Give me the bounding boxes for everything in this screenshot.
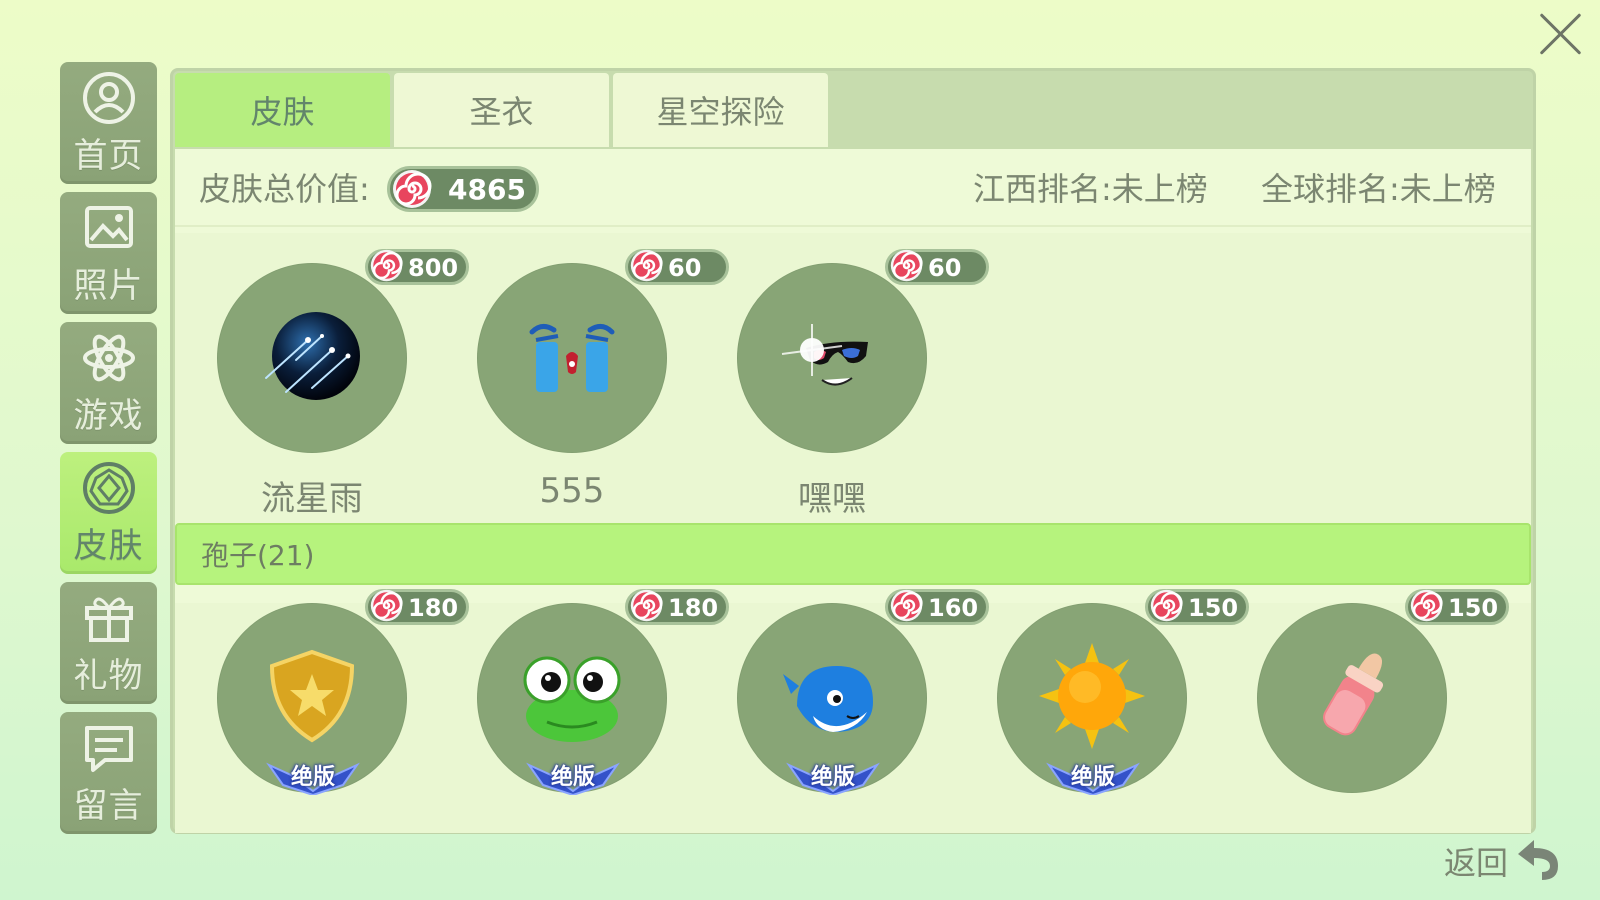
skin-name: 嘿嘿 bbox=[798, 479, 866, 519]
tab-bar: 皮肤 圣衣 星空探险 bbox=[175, 73, 832, 147]
candy-icon bbox=[392, 169, 438, 219]
candy-icon bbox=[890, 589, 928, 631]
skin-item[interactable]: 60 嘿嘿 bbox=[695, 233, 989, 519]
back-label: 返回 bbox=[1444, 844, 1509, 882]
sidebar-item-photos[interactable]: 照片 bbox=[60, 192, 157, 314]
atom-icon bbox=[81, 330, 137, 386]
skins-grid: 800 流星雨 60 555 60 嘿嘿 bbox=[175, 233, 1531, 523]
tab-holy-cloth[interactable]: 圣衣 bbox=[394, 73, 609, 147]
limited-badge-label: 绝版 bbox=[810, 765, 855, 790]
skin-item[interactable]: 60 555 bbox=[435, 233, 729, 513]
content-area: 皮肤总价值: 4865 江西排名:未上榜 全球排名:未上榜 800 流星雨 60… bbox=[175, 149, 1531, 833]
frog-icon bbox=[517, 646, 627, 750]
close-icon[interactable] bbox=[1537, 10, 1585, 58]
gift-icon bbox=[81, 590, 137, 646]
province-rank: 江西排名:未上榜 bbox=[973, 170, 1208, 208]
sidebar-item-label: 皮肤 bbox=[73, 525, 144, 566]
sun-icon bbox=[1037, 641, 1147, 755]
spore-item[interactable]: 180 绝版 bbox=[175, 573, 469, 853]
sidebar-item-skins[interactable]: 皮肤 bbox=[60, 452, 157, 574]
price-tag: 60 bbox=[885, 249, 989, 285]
skin-circle bbox=[477, 263, 667, 453]
main-panel: 皮肤 圣衣 星空探险 皮肤总价值: 4865 江西排名:未上榜 全球排名:未上榜 bbox=[170, 68, 1536, 834]
shield-icon bbox=[262, 646, 362, 750]
sidebar-item-label: 游戏 bbox=[73, 395, 144, 436]
spore-item[interactable]: 150 bbox=[1215, 573, 1509, 853]
sidebar-item-label: 照片 bbox=[73, 265, 144, 306]
skin-name: 555 bbox=[539, 471, 605, 511]
candy-icon bbox=[370, 589, 408, 631]
total-value-pill: 4865 bbox=[387, 166, 539, 212]
price-tag: 150 bbox=[1405, 589, 1509, 625]
meteor-shower-icon bbox=[252, 296, 372, 420]
candy-icon bbox=[630, 589, 668, 631]
spore-item[interactable]: 150 绝版 bbox=[955, 573, 1249, 853]
baby-bottle-icon bbox=[1302, 641, 1402, 755]
tab-skins[interactable]: 皮肤 bbox=[175, 73, 390, 147]
back-button[interactable]: 返回 bbox=[1444, 836, 1562, 886]
spores-grid: 180 绝版 180 绝版 160 绝版 150 绝版 150 bbox=[175, 589, 1531, 833]
limited-badge: 绝版 bbox=[1043, 755, 1143, 795]
limited-badge-label: 绝版 bbox=[290, 765, 335, 790]
summary-bar: 皮肤总价值: 4865 江西排名:未上榜 全球排名:未上榜 bbox=[175, 149, 1531, 227]
candy-icon bbox=[370, 249, 408, 291]
candy-icon bbox=[890, 249, 928, 291]
sidebar: 首页 照片 游戏 皮肤 礼物 留言 bbox=[60, 62, 157, 842]
image-icon bbox=[81, 200, 137, 256]
limited-badge: 绝版 bbox=[523, 755, 623, 795]
skin-circle bbox=[217, 263, 407, 453]
spore-circle bbox=[1257, 603, 1447, 793]
skin-circle bbox=[737, 263, 927, 453]
candy-icon bbox=[1410, 589, 1448, 631]
sidebar-item-games[interactable]: 游戏 bbox=[60, 322, 157, 444]
limited-badge-label: 绝版 bbox=[1070, 765, 1115, 790]
user-circle-icon bbox=[81, 70, 137, 126]
spore-item[interactable]: 180 绝版 bbox=[435, 573, 729, 853]
sidebar-item-label: 礼物 bbox=[73, 655, 144, 696]
sidebar-item-label: 留言 bbox=[73, 785, 144, 826]
sunglasses-face-icon bbox=[772, 306, 892, 410]
gem-circle-icon bbox=[81, 460, 137, 516]
sidebar-item-messages[interactable]: 留言 bbox=[60, 712, 157, 834]
global-rank: 全球排名:未上榜 bbox=[1261, 170, 1496, 208]
price-value: 150 bbox=[1448, 594, 1499, 622]
whale-icon bbox=[777, 646, 887, 750]
limited-badge: 绝版 bbox=[263, 755, 363, 795]
candy-icon bbox=[630, 249, 668, 291]
total-value-label: 皮肤总价值: bbox=[199, 170, 370, 208]
spore-item[interactable]: 160 绝版 bbox=[695, 573, 989, 853]
total-value: 4865 bbox=[448, 172, 526, 206]
tab-star-adventure[interactable]: 星空探险 bbox=[613, 73, 828, 147]
sidebar-item-home[interactable]: 首页 bbox=[60, 62, 157, 184]
chat-icon bbox=[81, 720, 137, 776]
back-arrow-icon bbox=[1514, 836, 1562, 886]
skin-item[interactable]: 800 流星雨 bbox=[175, 233, 469, 519]
sidebar-item-gifts[interactable]: 礼物 bbox=[60, 582, 157, 704]
skin-name: 流星雨 bbox=[261, 479, 363, 519]
crying-face-icon bbox=[522, 306, 622, 410]
sidebar-item-label: 首页 bbox=[73, 135, 144, 176]
candy-icon bbox=[1150, 589, 1188, 631]
price-value: 60 bbox=[928, 254, 962, 282]
limited-badge-label: 绝版 bbox=[550, 765, 595, 790]
limited-badge: 绝版 bbox=[783, 755, 883, 795]
